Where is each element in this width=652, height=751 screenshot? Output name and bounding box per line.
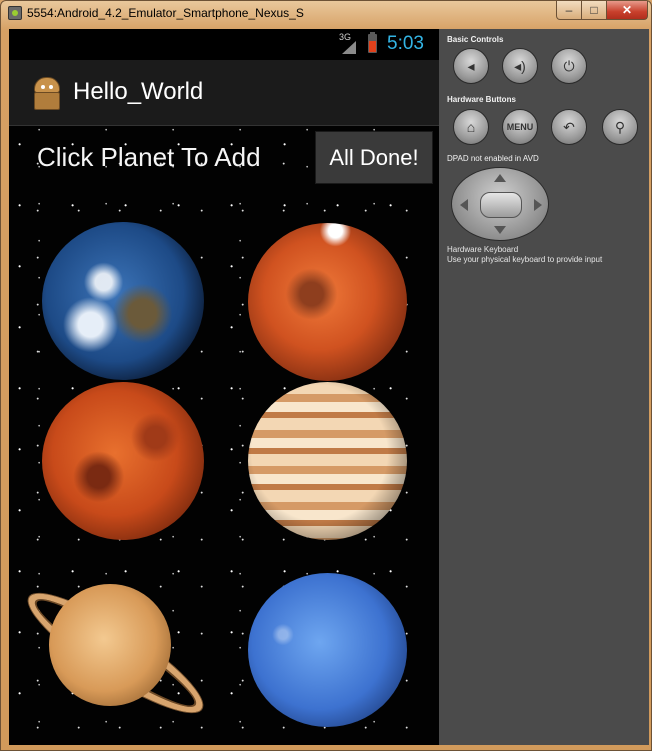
planet-mars[interactable] xyxy=(248,223,407,381)
planet-neptune[interactable] xyxy=(248,573,407,727)
dpad-label: DPAD not enabled in AVD xyxy=(447,154,539,163)
dpad-control[interactable] xyxy=(451,167,549,241)
action-bar: Hello_World xyxy=(9,60,439,126)
window-titlebar[interactable]: 5554:Android_4.2_Emulator_Smartphone_Nex… xyxy=(1,1,651,27)
app-title: Hello_World xyxy=(73,78,204,105)
signal-icon: 3G xyxy=(339,29,359,55)
planet-venus[interactable] xyxy=(42,382,204,540)
back-icon: ↶ xyxy=(563,118,575,135)
emulator-app-icon xyxy=(8,6,22,20)
emulator-window: 5554:Android_4.2_Emulator_Smartphone_Nex… xyxy=(0,0,652,751)
planet-jupiter[interactable] xyxy=(248,382,407,540)
volume-down-icon: ◂ xyxy=(467,57,475,74)
home-button[interactable]: ⌂ xyxy=(453,109,489,145)
keyboard-hint: Use your physical keyboard to provide in… xyxy=(447,255,603,264)
dpad-right-icon xyxy=(534,199,542,211)
hardware-buttons-label: Hardware Buttons xyxy=(447,95,516,104)
menu-button[interactable]: MENU xyxy=(502,109,538,145)
power-button[interactable]: ⏻ xyxy=(551,48,587,84)
emulator-controls-panel: Basic Controls ◂ ◂) ⏻ Hardware Buttons ⌂… xyxy=(439,29,649,745)
status-clock: 5:03 xyxy=(387,33,424,54)
minimize-button[interactable]: – xyxy=(556,1,582,20)
search-icon: ⚲ xyxy=(614,118,626,135)
battery-icon xyxy=(368,32,377,53)
android-robot-icon xyxy=(29,75,63,111)
instruction-text: Click Planet To Add xyxy=(37,142,261,172)
search-button[interactable]: ⚲ xyxy=(602,109,638,145)
maximize-button[interactable]: □ xyxy=(581,1,607,20)
all-done-button[interactable]: All Done! xyxy=(315,131,433,184)
basic-controls-label: Basic Controls xyxy=(447,35,504,44)
phone-screen: 3G 5:03 Hello_World Click Planet To Add … xyxy=(9,29,439,745)
menu-label: MENU xyxy=(506,122,534,132)
planet-saturn[interactable] xyxy=(49,584,171,706)
volume-down-button[interactable]: ◂ xyxy=(453,48,489,84)
dpad-up-icon xyxy=(494,174,506,182)
keyboard-label: Hardware Keyboard xyxy=(447,245,519,254)
power-icon: ⏻ xyxy=(563,57,575,74)
dpad-left-icon xyxy=(460,199,468,211)
window-title: 5554:Android_4.2_Emulator_Smartphone_Nex… xyxy=(27,6,304,20)
planet-picker: Click Planet To Add All Done! xyxy=(9,126,439,745)
dpad-center-button[interactable] xyxy=(480,192,522,218)
volume-up-button[interactable]: ◂) xyxy=(502,48,538,84)
dpad-down-icon xyxy=(494,226,506,234)
back-button[interactable]: ↶ xyxy=(551,109,587,145)
planet-earth[interactable] xyxy=(42,222,204,380)
status-bar: 3G 5:03 xyxy=(9,29,439,60)
close-button[interactable]: ✕ xyxy=(606,1,648,20)
home-icon: ⌂ xyxy=(466,119,476,135)
volume-up-icon: ◂) xyxy=(514,57,526,74)
